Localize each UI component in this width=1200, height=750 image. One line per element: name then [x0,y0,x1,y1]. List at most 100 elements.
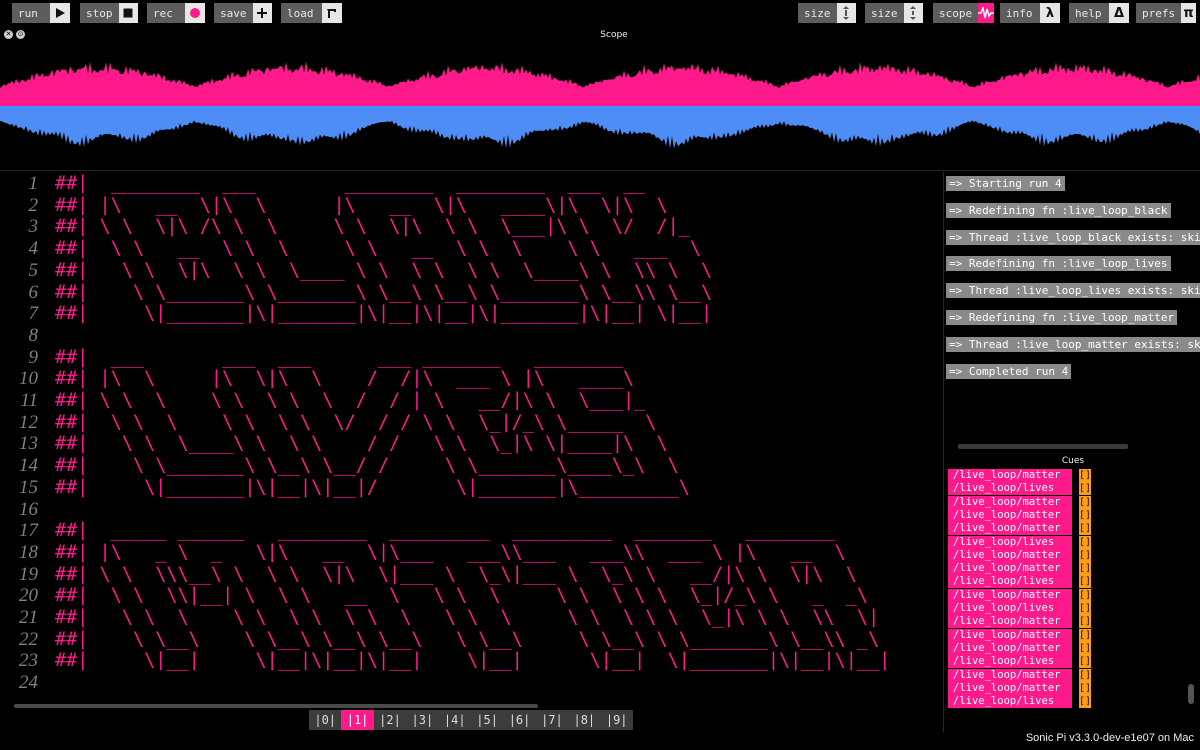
code-line[interactable]: 6 ##| \ \_______\ \_______\ \__\ \__\ \__… [0,282,942,304]
code-text: ##| \|_______|\|__|\|__|/ \|_______|\___… [55,476,690,498]
cue-value: [] [1079,522,1092,536]
text-size-icon [836,3,856,23]
cue-value: [] [1079,602,1092,615]
code-line[interactable]: 7 ##| \|_______|\|_______|\|__|\|__|\|___… [0,303,942,325]
code-line[interactable]: 8 [0,325,942,347]
code-editor[interactable]: 1 ##| ________ ___ ________ ________ ___ … [0,172,942,702]
code-line[interactable]: 5 ##| \ \ \|\ \ \ \____ \ \ \ \ \ \ \____… [0,260,942,282]
scope-label: scope [939,6,973,20]
buffer-tab-3[interactable]: |3| [406,710,438,730]
buffer-tab-0[interactable]: |0| [309,710,341,730]
cue-path: /live_loop/matter [948,469,1072,482]
log-entry: => Thread :live_loop_black exists: skipp… [946,229,1200,245]
log-entry: => Starting run 4 [946,176,1065,191]
log-entry: => Redefining fn :live_loop_black [946,202,1171,218]
divider [0,170,1200,171]
cue-value: [] [1079,655,1092,669]
line-number: 24 [19,672,38,694]
lambda-icon: λ [1040,3,1060,23]
line-number: 23 [19,650,38,672]
code-text: ##| \ \ \\\__\ \ \ \ \|\ \|___ \ \_\|___… [55,563,857,585]
load-icon [322,3,342,23]
line-number: 6 [28,281,39,303]
line-number: 16 [19,498,38,520]
code-line[interactable]: 9 ##| ___ ___ ___ ___ _______ ________ [0,347,942,369]
stop-button[interactable]: stop [80,3,138,23]
stop-label: stop [86,6,113,20]
help-button[interactable]: help Δ [1069,3,1129,23]
code-line[interactable]: 3 ##| \ \ \|\ /\ \ \ \ \ \|\ \ \ \___|\ \… [0,216,942,238]
buffer-tab-1[interactable]: |1| [341,710,374,730]
record-icon [185,3,205,23]
line-number: 22 [19,628,38,650]
log-horizontal-scrollbar[interactable] [958,444,1128,449]
buffer-tab-4[interactable]: |4| [439,710,471,730]
code-line[interactable]: 14 ##| \ \_______\ \__\ \__/ / \ \_______… [0,455,942,477]
status-bar-text: Sonic Pi v3.3.0-dev-e1e07 on Mac [1025,732,1194,744]
rec-button[interactable]: rec [147,3,205,23]
code-line[interactable]: 19 ##| \ \ \\\__\ \ \ \ \|\ \|___ \ \_\|_… [0,564,942,586]
code-text: ##| \ \ \ \ \ \ \ \ / / | \ __/|\ \ \___… [55,390,646,411]
line-number: 18 [19,541,38,563]
code-line[interactable]: 11 ##| \ \ \ \ \ \ \ \ / / | \ __/|\ \ \_… [0,390,942,412]
buffer-tab-6[interactable]: |6| [503,710,535,730]
cue-path: /live_loop/lives [948,602,1072,615]
code-line[interactable]: 17 ##| _____ ______ ________ _________ __… [0,520,942,542]
cues-title: Cues [1061,456,1085,466]
code-line[interactable]: 24 [0,672,942,694]
line-number: 12 [19,411,38,433]
cue-value: [] [1079,695,1092,709]
cue-value: [] [1079,482,1092,496]
code-line[interactable]: 16 [0,499,942,521]
code-line[interactable]: 15 ##| \|_______|\|__|\|__|/ \|_______|\_… [0,477,942,499]
buffer-tab-9[interactable]: |9| [601,710,633,730]
cue-value: [] [1079,668,1092,682]
code-line[interactable]: 4 ##| \ \ __ \ \ \ \ \ __ \ \ \ \ \ ___ \ [0,238,942,260]
info-label: info [1006,6,1033,20]
code-line[interactable]: 23 ##| \|__| \|__|\|__|\|__| \|__| \|__| … [0,650,942,672]
text-size-button[interactable]: size [798,3,856,23]
cue-value: [] [1079,615,1092,629]
code-text: ##| \ \ \____\ \ \ \ / / \ \ \_|\ \|____… [55,433,668,455]
cue-path: /live_loop/matter [948,615,1072,629]
scope-button[interactable]: scope [933,3,995,23]
line-number: 1 [28,173,39,194]
code-line[interactable]: 1 ##| ________ ___ ________ ________ ___ … [0,173,942,195]
cue-path: /live_loop/matter [948,681,1072,695]
save-button[interactable]: save [214,3,272,23]
cue-path: /live_loop/matter [948,548,1072,562]
load-button[interactable]: load [281,3,342,23]
cues-scrollbar[interactable] [1188,684,1194,704]
code-line[interactable]: 10 ##| |\ \ |\ \|\ \ / /|\ ___ \ |\ ____\ [0,368,942,390]
code-line[interactable]: 12 ##| \ \ \ \ \ \ \ \/ / / \ \ \_|/_\ \_… [0,412,942,434]
code-line[interactable]: 21 ##| \ \ \ \ \ \ \ \ \ \ \ \ \ \ \ \ \ … [0,607,942,629]
code-text: ##| ________ ___ ________ ________ ___ _… [55,173,646,194]
editor-horizontal-scrollbar[interactable] [14,704,538,708]
code-line[interactable]: 22 ##| \ \__\ \ \__\ \__\ \__\ \ \__\ \ \… [0,629,942,651]
line-number: 15 [19,476,38,498]
cues-panel: /live_loop/matter [] /live_loop/lives [] /li… [946,469,1200,709]
code-line[interactable]: 18 ##| |\ _ \ _ \|\ __ \|\___ ___\\___ __… [0,542,942,564]
run-button[interactable]: run [12,3,70,23]
line-number: 20 [19,585,38,607]
code-line[interactable]: 13 ##| \ \ \____\ \ \ \ / / \ \ \_|\ \|__… [0,433,942,455]
code-text: ##| ___ ___ ___ ___ _______ ________ [55,346,624,368]
cue-path: /live_loop/lives [948,655,1072,669]
info-button[interactable]: info λ [1000,3,1060,23]
buffer-tab-8[interactable]: |8| [568,710,600,730]
line-number: 13 [19,433,38,455]
line-number: 3 [28,216,39,238]
code-text: ##| |\ __ \|\ \ |\ __ \|\ ____\|\ \|\ \ [55,194,668,216]
interface-size-button[interactable]: size [865,3,923,23]
buffer-tab-2[interactable]: |2| [374,710,406,730]
buffer-tab-7[interactable]: |7| [536,710,568,730]
log-entry: => Redefining fn :live_loop_matter [946,310,1178,325]
prefs-button[interactable]: prefs π [1136,3,1196,23]
line-number: 5 [28,259,39,281]
code-text: ##| \ \ __ \ \ \ \ \ __ \ \ \ \ \ ___ \ [55,238,702,260]
buffer-tab-5[interactable]: |5| [471,710,503,730]
log-entry: => Thread :live_loop_lives exists: skipp… [946,283,1200,299]
code-text: ##| \ \ \ \ \ \ \ \ \ \ \ \ \ \ \ \ \ \ … [55,607,880,628]
code-line[interactable]: 2 ##| |\ __ \|\ \ |\ __ \|\ ____\|\ \|\ \ [0,195,942,217]
code-line[interactable]: 20 ##| \ \ \\|__| \ \ \ __ \ \ \ \ \ \ \ … [0,585,942,607]
